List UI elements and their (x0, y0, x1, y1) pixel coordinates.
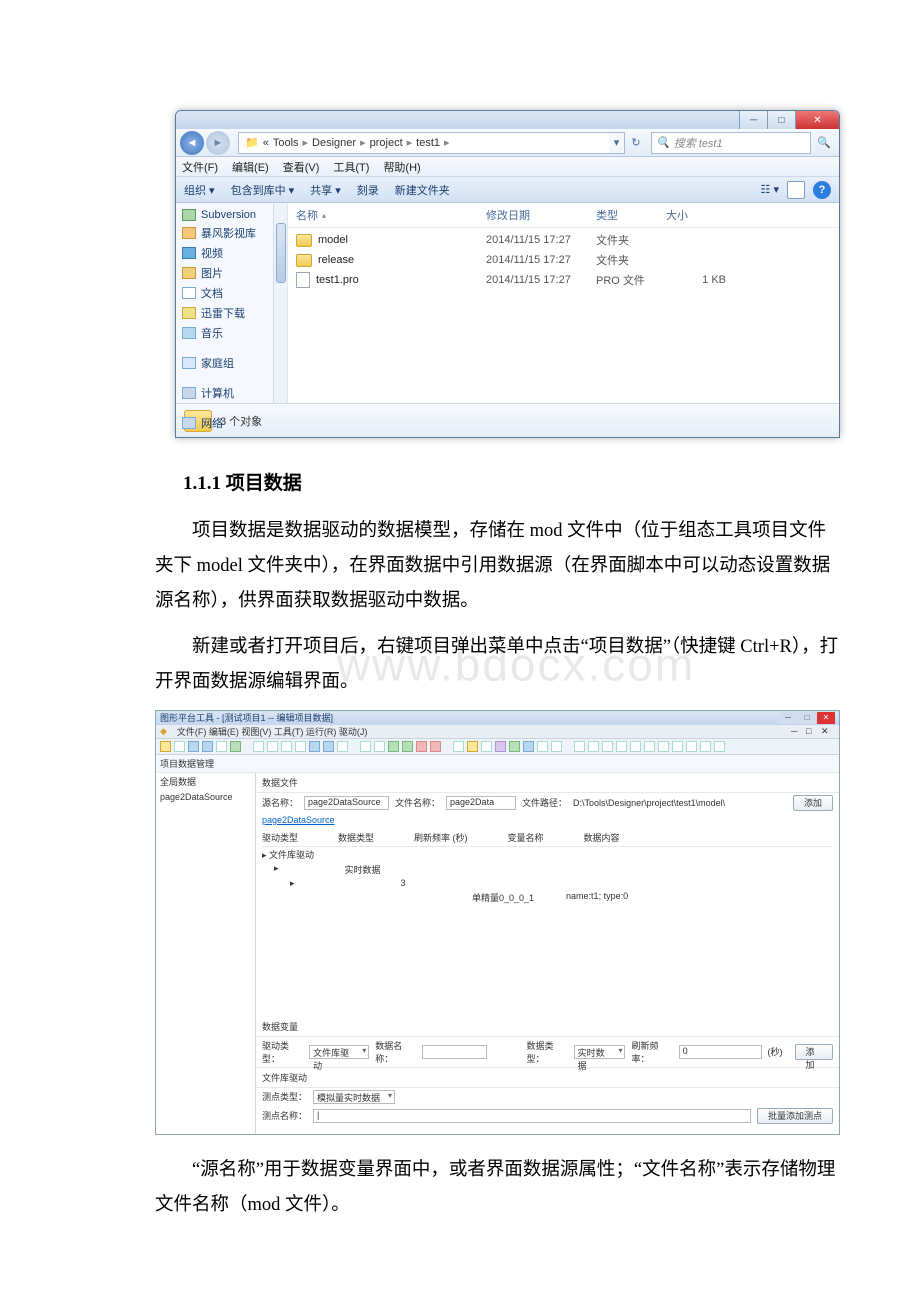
menu-edit[interactable]: 编辑(E) (232, 159, 269, 175)
folder-icon (296, 254, 312, 267)
paragraph: 项目数据是数据驱动的数据模型，存储在 mod 文件中（位于组态工具项目文件夹下 … (155, 514, 840, 619)
add-button[interactable]: 添加 (793, 795, 833, 811)
search-input[interactable]: 🔍 搜索 test1 (651, 132, 811, 154)
file-row[interactable]: test1.pro 2014/11/15 17:27 PRO 文件 1 KB (288, 270, 839, 290)
designer-window: 图形平台工具 - [测试项目1 -- 编辑项目数据] ─ □ ✕ ◆ 文件(F)… (155, 710, 840, 1135)
section-file-driver: 文件库驱动 (256, 1067, 839, 1088)
menu-view[interactable]: 查看(V) (283, 159, 320, 175)
data-name-input[interactable] (422, 1045, 487, 1059)
tb-organize[interactable]: 组织 ▾ (184, 182, 215, 198)
nav-scrollbar[interactable] (273, 203, 287, 403)
nav-music[interactable]: 音乐 (176, 323, 287, 343)
document-body: “源名称”用于数据变量界面中，或者界面数据源属性；“文件名称”表示存储物理文件名… (0, 1135, 920, 1223)
app-icon: ◆ (160, 726, 167, 737)
minimize-button[interactable]: ─ (739, 111, 767, 129)
source-link[interactable]: page2DataSource (262, 815, 335, 825)
menu-tools[interactable]: 工具(T) (333, 159, 369, 175)
tree-node[interactable]: ▸ 文件库驱动 (262, 847, 833, 862)
document-body: 1.1.1 项目数据 项目数据是数据驱动的数据模型，存储在 mod 文件中（位于… (0, 438, 920, 700)
explorer-window: ─ □ ✕ ◄ ► 📁 « Tools▸ Designer▸ project▸ … (175, 110, 840, 438)
address-bar-row: ◄ ► 📁 « Tools▸ Designer▸ project▸ test1▸… (176, 129, 839, 157)
nav-computer[interactable]: 计算机 (176, 383, 287, 403)
toolbar: 组织 ▾ 包含到库中 ▾ 共享 ▾ 刻录 新建文件夹 ☷ ▾ ? (176, 177, 839, 203)
tool-icon[interactable] (160, 741, 171, 752)
section-data-var: 数据变量 (256, 1017, 839, 1037)
maximize-button[interactable]: □ (767, 111, 795, 129)
paragraph: 新建或者打开项目后，右键项目弹出菜单中点击“项目数据”（快捷键 Ctrl+R），… (155, 630, 840, 700)
tree-node[interactable]: ▸实时数据 (262, 862, 833, 877)
child-min[interactable]: ─ (791, 726, 805, 736)
history-dropdown[interactable]: ▾ (609, 132, 625, 154)
titlebar: ─ □ ✕ (176, 111, 839, 129)
section-heading: 1.1.1 项目数据 (183, 466, 840, 502)
col-size[interactable]: 大小 (666, 207, 726, 223)
nav-baofeng[interactable]: 暴风影视库 (176, 223, 287, 243)
close-button[interactable]: ✕ (817, 712, 835, 724)
menu-file[interactable]: 文件(F) (182, 159, 218, 175)
file-row[interactable]: release 2014/11/15 17:27 文件夹 (288, 250, 839, 270)
nav-subversion[interactable]: Subversion▲ (176, 207, 287, 223)
refresh-button[interactable]: ↻ (625, 132, 647, 154)
col-name[interactable]: 名称▴ (296, 207, 486, 223)
nav-xunlei[interactable]: 迅雷下载 (176, 303, 287, 323)
back-button[interactable]: ◄ (180, 131, 204, 155)
tree-node[interactable]: ▸3 (262, 877, 833, 890)
file-row[interactable]: model 2014/11/15 17:27 文件夹 (288, 230, 839, 250)
menubar: 文件(F) 编辑(E) 查看(V) 工具(T) 帮助(H) (176, 157, 839, 177)
nav-network[interactable]: 网络 (176, 413, 287, 433)
tb-include[interactable]: 包含到库中 ▾ (231, 182, 295, 198)
driver-type-select[interactable]: 文件库驱动 (309, 1045, 369, 1059)
designer-nav: 全局数据 page2DataSource (156, 773, 256, 1134)
designer-menubar: ◆ 文件(F) 编辑(E) 视图(V) 工具(T) 运行(R) 驱动(J) ─ … (156, 725, 839, 739)
close-button[interactable]: ✕ (795, 111, 839, 129)
file-name-input[interactable]: page2Data (446, 796, 516, 810)
section-data-file: 数据文件 (256, 773, 839, 793)
help-button[interactable]: ? (813, 181, 831, 199)
freq-input[interactable]: 0 (679, 1045, 762, 1059)
designer-main: 数据文件 源名称： page2DataSource 文件名称： page2Dat… (256, 773, 839, 1134)
breadcrumb[interactable]: 📁 « Tools▸ Designer▸ project▸ test1▸ (238, 132, 610, 154)
minimize-button[interactable]: ─ (779, 712, 797, 724)
file-icon (296, 272, 310, 288)
tb-newfolder[interactable]: 新建文件夹 (395, 182, 450, 198)
maximize-button[interactable]: □ (798, 712, 816, 724)
tree-leaf[interactable]: 单精量0_0_0_1name:t1; type:0 (262, 890, 833, 905)
search-go-icon[interactable]: 🔍 (813, 132, 835, 154)
data-type-select[interactable]: 实时数据 (574, 1045, 626, 1059)
file-list: 名称▴ 修改日期 类型 大小 model 2014/11/15 17:27 文件… (288, 203, 839, 403)
child-max[interactable]: □ (806, 726, 820, 736)
point-name-input[interactable]: | (313, 1109, 751, 1123)
nav-documents[interactable]: 文档 (176, 283, 287, 303)
designer-titlebar: 图形平台工具 - [测试项目1 -- 编辑项目数据] ─ □ ✕ (156, 711, 839, 725)
nav-page2ds[interactable]: page2DataSource (156, 790, 255, 804)
tb-share[interactable]: 共享 ▾ (310, 182, 341, 198)
menu-help[interactable]: 帮助(H) (383, 159, 420, 175)
nav-video[interactable]: 视频 (176, 243, 287, 263)
col-date[interactable]: 修改日期 (486, 207, 596, 223)
view-mode-button[interactable]: ☷ ▾ (761, 183, 779, 196)
tb-burn[interactable]: 刻录 (357, 182, 379, 198)
file-path: D:\Tools\Designer\project\test1\model\ (573, 798, 725, 808)
nav-pictures[interactable]: 图片 (176, 263, 287, 283)
menu-items[interactable]: 文件(F) 编辑(E) 视图(V) 工具(T) 运行(R) 驱动(J) (177, 725, 367, 738)
search-icon: 🔍 (656, 136, 670, 149)
folder-icon (296, 234, 312, 247)
designer-toolbar (156, 739, 839, 755)
nav-pane: Subversion▲ 暴风影视库 视频 图片 文档 迅雷下载 音乐 家庭组 计… (176, 203, 288, 403)
folder-icon: 📁 (245, 136, 259, 149)
nav-global[interactable]: 全局数据 (156, 773, 255, 790)
nav-homegroup[interactable]: 家庭组 (176, 353, 287, 373)
add-var-button[interactable]: 添加 (795, 1044, 833, 1060)
watermark: www.bdocx.com (300, 621, 695, 708)
col-type[interactable]: 类型 (596, 207, 666, 223)
batch-add-button[interactable]: 批量添加测点 (757, 1108, 833, 1124)
paragraph: “源名称”用于数据变量界面中，或者界面数据源属性；“文件名称”表示存储物理文件名… (155, 1153, 840, 1223)
forward-button[interactable]: ► (206, 131, 230, 155)
nav-title: 项目数据管理 (156, 755, 839, 773)
point-type-select[interactable]: 模拟量实时数据 (313, 1090, 395, 1104)
child-close[interactable]: ✕ (821, 726, 835, 736)
preview-pane-button[interactable] (787, 181, 805, 199)
source-name-input[interactable]: page2DataSource (304, 796, 389, 810)
